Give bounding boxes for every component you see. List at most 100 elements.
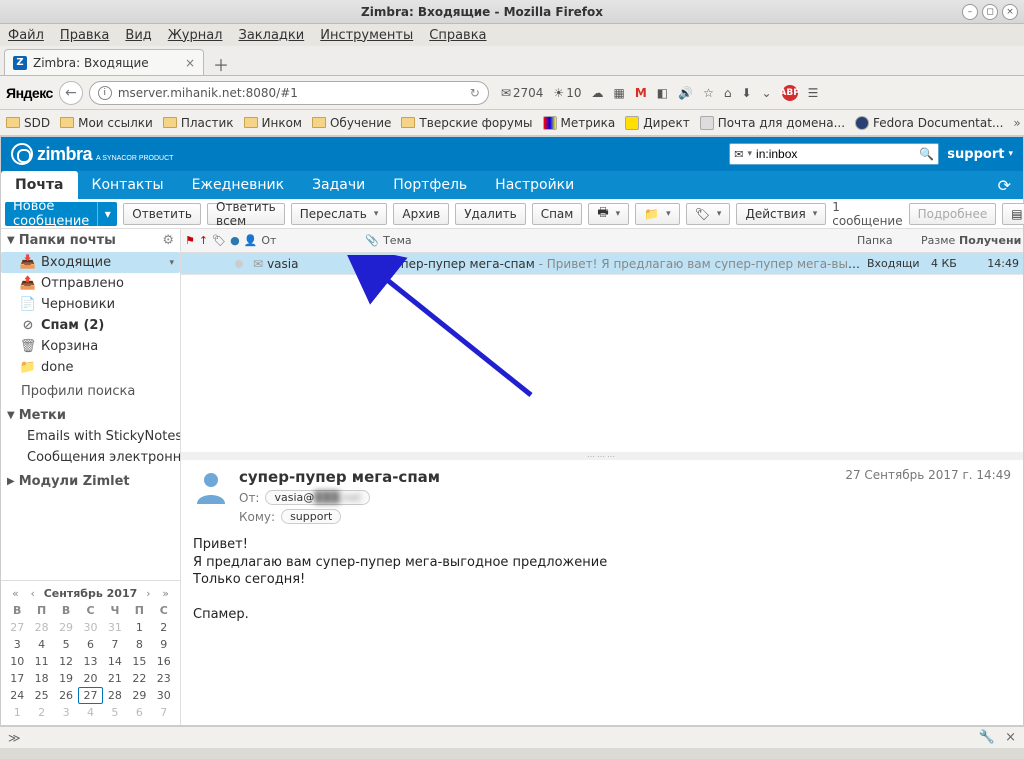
received-column[interactable]: Получени bbox=[959, 234, 1019, 247]
browser-tab[interactable]: Z Zimbra: Входящие × bbox=[4, 49, 204, 75]
cal-day[interactable]: 19 bbox=[54, 670, 78, 687]
user-menu[interactable]: support▾ bbox=[947, 147, 1013, 162]
bookmark-metrika[interactable]: Метрика bbox=[543, 116, 616, 130]
folder-trash[interactable]: 🗑 Корзина bbox=[1, 336, 180, 357]
cal-day[interactable]: 24 bbox=[5, 687, 29, 704]
folder-drafts[interactable]: 📄 Черновики bbox=[1, 294, 180, 315]
cal-day[interactable]: 2 bbox=[152, 619, 176, 636]
mail-counter[interactable]: ✉ 2704 bbox=[501, 86, 544, 100]
menu-bookmarks[interactable]: Закладки bbox=[239, 28, 305, 43]
search-icon[interactable]: 🔍 bbox=[919, 147, 934, 161]
cal-prev-fast[interactable]: « bbox=[9, 587, 22, 600]
tab-mail[interactable]: Почта bbox=[1, 171, 78, 199]
site-info-icon[interactable]: i bbox=[98, 86, 112, 100]
tags-header[interactable]: ▼ Метки bbox=[1, 402, 180, 426]
cal-day[interactable]: 28 bbox=[29, 619, 53, 636]
cal-day[interactable]: 18 bbox=[29, 670, 53, 687]
sound-icon[interactable]: 🔊 bbox=[678, 86, 693, 100]
from-column[interactable]: От bbox=[261, 234, 361, 247]
cal-day[interactable]: 4 bbox=[78, 704, 102, 721]
download-icon[interactable]: ⬇ bbox=[741, 86, 751, 100]
weather-widget[interactable]: ☀ 10 bbox=[553, 86, 581, 100]
cal-day[interactable]: 29 bbox=[127, 687, 151, 704]
ext-icon-cloud[interactable]: ☁ bbox=[591, 86, 603, 100]
console-icon[interactable]: ≫ bbox=[8, 731, 21, 745]
bookmark-plastic[interactable]: Пластик bbox=[163, 116, 234, 130]
reply-all-button[interactable]: Ответить всем bbox=[207, 203, 285, 225]
home-icon[interactable]: ⌂ bbox=[724, 86, 732, 100]
cal-day[interactable]: 6 bbox=[78, 636, 102, 653]
maximize-button[interactable]: ◻ bbox=[982, 4, 998, 20]
bookmark-inkom[interactable]: Инком bbox=[244, 116, 302, 130]
read-column-icon[interactable]: ● bbox=[230, 234, 240, 247]
menu-edit[interactable]: Правка bbox=[60, 28, 109, 43]
cal-day[interactable]: 30 bbox=[78, 619, 102, 636]
folder-inbox[interactable]: 📥 Входящие ▾ bbox=[1, 252, 180, 273]
yandex-logo[interactable]: Яндекс bbox=[6, 85, 53, 101]
cal-day[interactable]: 3 bbox=[5, 636, 29, 653]
back-button[interactable]: ← bbox=[59, 81, 83, 105]
folder-sent[interactable]: 📤 Отправлено bbox=[1, 273, 180, 294]
cal-day[interactable]: 13 bbox=[78, 653, 102, 670]
wrench-icon[interactable]: 🔧 bbox=[979, 730, 995, 745]
actions-button[interactable]: Действия bbox=[736, 203, 826, 225]
menu-icon[interactable]: ☰ bbox=[808, 86, 819, 100]
cal-day[interactable]: 27 bbox=[5, 619, 29, 636]
priority-column-icon[interactable]: ↑ bbox=[199, 234, 208, 247]
cal-day[interactable]: 27 bbox=[78, 687, 102, 704]
tab-briefcase[interactable]: Портфель bbox=[379, 171, 481, 199]
cal-day[interactable]: 14 bbox=[103, 653, 127, 670]
cal-day[interactable]: 4 bbox=[29, 636, 53, 653]
bookmarks-overflow[interactable]: » bbox=[1013, 116, 1020, 130]
cal-day[interactable]: 6 bbox=[127, 704, 151, 721]
ext-icon-1[interactable]: ▦ bbox=[613, 86, 624, 100]
cal-day[interactable]: 2 bbox=[29, 704, 53, 721]
cal-day[interactable]: 20 bbox=[78, 670, 102, 687]
from-self-column-icon[interactable]: 👤 bbox=[244, 234, 258, 247]
reply-button[interactable]: Ответить bbox=[123, 203, 201, 225]
cal-day[interactable]: 31 bbox=[103, 619, 127, 636]
pocket-icon[interactable]: ⌄ bbox=[762, 86, 772, 100]
cal-day[interactable]: 1 bbox=[5, 704, 29, 721]
bookmark-domainmail[interactable]: Почта для домена... bbox=[700, 116, 845, 130]
cal-day[interactable]: 7 bbox=[103, 636, 127, 653]
subject-column[interactable]: Тема bbox=[383, 234, 853, 247]
message-row[interactable]: ✉ vasia супер-пупер мега-спам - Привет! … bbox=[181, 253, 1023, 275]
cal-day[interactable]: 25 bbox=[29, 687, 53, 704]
adblock-icon[interactable]: ABP bbox=[782, 85, 798, 101]
cal-day[interactable]: 1 bbox=[127, 619, 151, 636]
gmail-icon[interactable]: M bbox=[635, 86, 647, 100]
cal-day[interactable]: 7 bbox=[152, 704, 176, 721]
cal-day[interactable]: 29 bbox=[54, 619, 78, 636]
folder-done[interactable]: 📁 done bbox=[1, 357, 180, 378]
bookmark-sdd[interactable]: SDD bbox=[6, 116, 50, 130]
close-button[interactable]: × bbox=[1002, 4, 1018, 20]
move-menu-button[interactable]: 📁 bbox=[635, 203, 679, 225]
tab-calendar[interactable]: Ежедневник bbox=[178, 171, 298, 199]
cal-day[interactable]: 30 bbox=[152, 687, 176, 704]
search-input[interactable] bbox=[756, 147, 915, 161]
attachment-column-icon[interactable]: 📎 bbox=[365, 234, 379, 247]
gear-icon[interactable]: ⚙ bbox=[162, 233, 174, 248]
search-box[interactable]: ✉ ▾ 🔍 bbox=[729, 143, 939, 165]
menu-file[interactable]: Файл bbox=[8, 28, 44, 43]
cal-day[interactable]: 21 bbox=[103, 670, 127, 687]
cal-title[interactable]: Сентябрь 2017 bbox=[44, 587, 138, 600]
cal-day[interactable]: 23 bbox=[152, 670, 176, 687]
folder-spam[interactable]: ⊘ Спам (2) bbox=[1, 315, 180, 336]
flag-column-icon[interactable]: ⚑ bbox=[185, 234, 195, 247]
print-menu-button[interactable]: 🖶 bbox=[588, 203, 629, 225]
search-profiles[interactable]: Профили поиска bbox=[1, 378, 180, 402]
tab-tasks[interactable]: Задачи bbox=[298, 171, 379, 199]
compose-button[interactable]: Новое сообщение ▾ bbox=[5, 202, 117, 226]
bookmark-links[interactable]: Мои ссылки bbox=[60, 116, 153, 130]
status-close-icon[interactable]: × bbox=[1005, 730, 1016, 745]
cal-day[interactable]: 12 bbox=[54, 653, 78, 670]
menu-view[interactable]: Вид bbox=[125, 28, 151, 43]
view-button[interactable]: ▤ Ви bbox=[1002, 203, 1024, 225]
cal-day[interactable]: 11 bbox=[29, 653, 53, 670]
more-button[interactable]: Подробнее bbox=[909, 203, 997, 225]
bookmark-forums[interactable]: Тверские форумы bbox=[401, 116, 532, 130]
url-bar[interactable]: i mserver.mihanik.net:8080/#1 ↻ bbox=[89, 81, 489, 105]
bookmark-fedora[interactable]: Fedora Documentat... bbox=[855, 116, 1003, 130]
